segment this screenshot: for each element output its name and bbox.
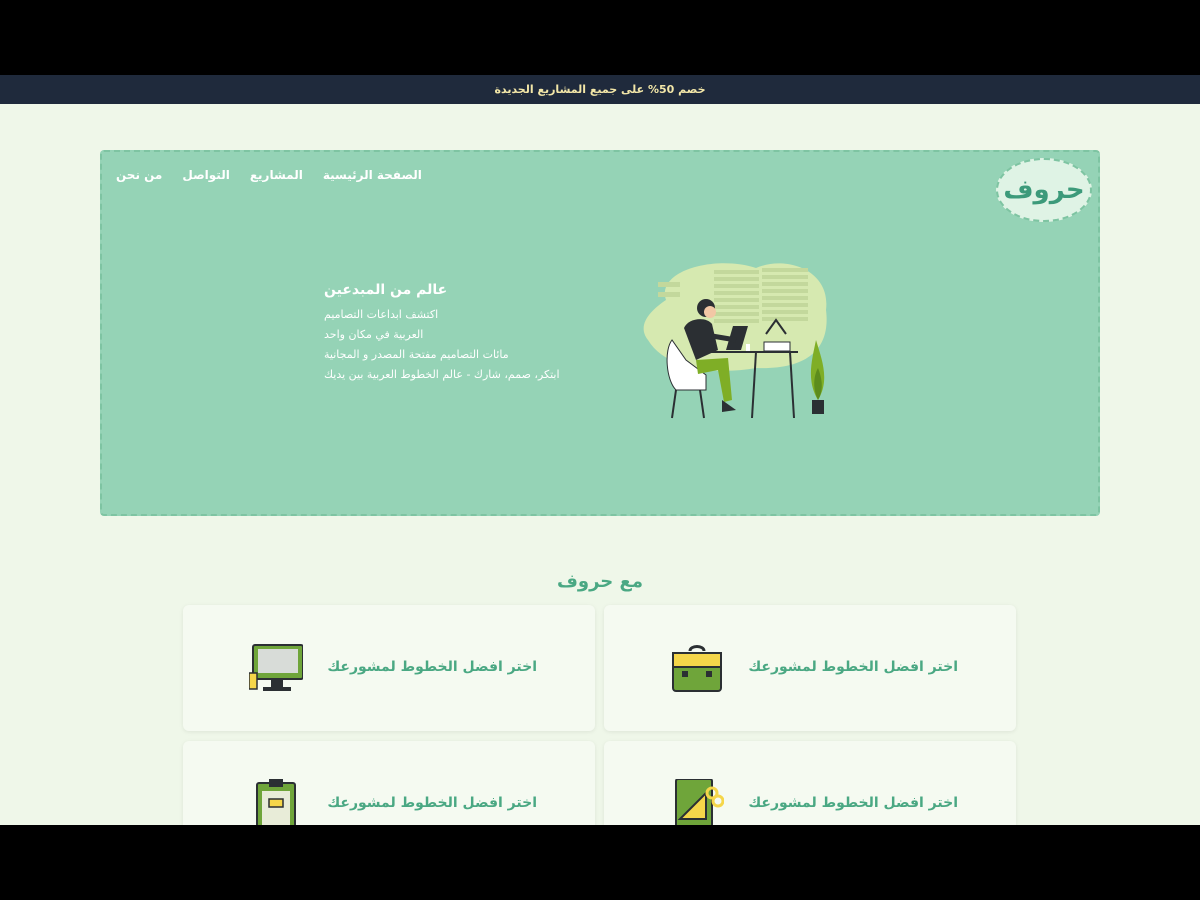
hero-title: عالم من المبدعين: [324, 282, 448, 298]
hero-section: حروف من نحن التواصل المشاريع الصفحة الرئ…: [100, 150, 1100, 516]
nav-link-contact[interactable]: التواصل: [182, 168, 229, 182]
main-nav: من نحن التواصل المشاريع الصفحة الرئيسية: [116, 168, 422, 182]
page-viewport: خصم 50% على جميع المشاريع الجديدة حروف م…: [0, 75, 1200, 825]
nav-link-home[interactable]: الصفحة الرئيسية: [323, 168, 422, 182]
hero-line-4: ابتكر، صمم، شارك - عالم الخطوط العربية ب…: [324, 368, 560, 381]
monitor-icon: [249, 644, 303, 691]
feature-card[interactable]: اختر افضل الخطوط لمشورعك: [183, 605, 595, 731]
hero-line-3: مائات التصاميم مفتحة المصدر و المجانية: [324, 348, 509, 361]
promo-banner: خصم 50% على جميع المشاريع الجديدة: [0, 75, 1200, 104]
hero-line-2: العربية في مكان واحد: [324, 328, 424, 341]
site-logo[interactable]: حروف: [996, 158, 1092, 222]
feature-card[interactable]: اختر افضل الخطوط لمشورعك: [604, 605, 1016, 731]
card-label: اختر افضل الخطوط لمشورعك: [327, 795, 537, 811]
briefcase-icon: [672, 645, 722, 692]
hero-illustration: [643, 263, 827, 419]
drafting-tools-icon: [675, 779, 724, 825]
hero-text-block: عالم من المبدعين اكتشف ابداعات التصاميم …: [324, 282, 624, 385]
section-title: مع حروف: [557, 571, 643, 592]
logo-text: حروف: [1003, 175, 1085, 205]
feature-card[interactable]: اختر افضل الخطوط لمشورعك: [183, 741, 595, 825]
card-label: اختر افضل الخطوط لمشورعك: [327, 659, 537, 675]
promo-text: خصم 50% على جميع المشاريع الجديدة: [494, 83, 706, 96]
nav-link-about[interactable]: من نحن: [116, 168, 162, 182]
card-label: اختر افضل الخطوط لمشورعك: [748, 795, 958, 811]
clipboard-icon: [256, 779, 296, 825]
hero-line-1: اكتشف ابداعات التصاميم: [324, 308, 439, 321]
feature-card[interactable]: اختر افضل الخطوط لمشورعك: [604, 741, 1016, 825]
card-label: اختر افضل الخطوط لمشورعك: [748, 659, 958, 675]
nav-link-projects[interactable]: المشاريع: [250, 168, 303, 182]
